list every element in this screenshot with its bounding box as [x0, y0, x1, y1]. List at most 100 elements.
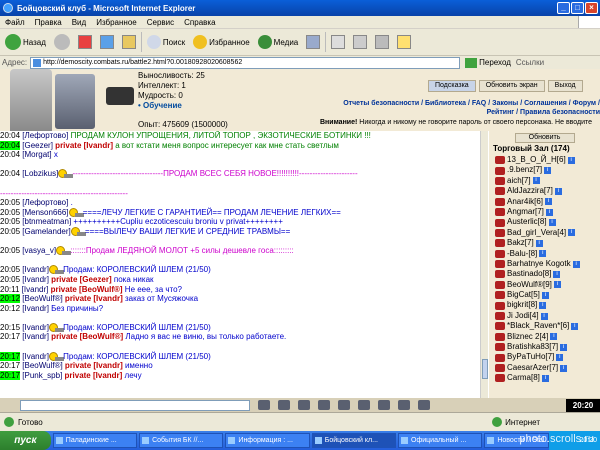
chat-time[interactable]: 20:17 [0, 332, 20, 341]
info-icon[interactable]: i [545, 198, 553, 206]
chat-time[interactable]: 20:05 [0, 227, 20, 236]
chat-time[interactable]: 20:12 [0, 294, 21, 304]
user-name[interactable]: *Black_Raven*[6] [507, 321, 569, 331]
user-list-item[interactable]: -Balu-[8] i [489, 249, 600, 259]
info-icon[interactable]: i [545, 208, 553, 216]
private-recipient[interactable]: [Ivandr] [93, 294, 122, 303]
forward-button[interactable] [51, 31, 73, 53]
chat-time[interactable]: 20:15 [0, 323, 20, 332]
private-recipient[interactable]: [Ivandr] [84, 141, 113, 150]
smiley-icon[interactable] [298, 400, 310, 410]
chat-time[interactable]: 20:05 [0, 246, 20, 255]
user-list-item[interactable]: 13_В_О_Й_Н[6] i [489, 155, 600, 165]
info-icon[interactable]: i [553, 281, 561, 289]
user-name[interactable]: Austerlic[8] [507, 217, 547, 227]
chat-log[interactable]: 20:04 [Лефортово] ПРОДАМ КУЛОН УПРОЩЕНИЯ… [0, 131, 480, 412]
user-name[interactable]: Bad_girl_Vera[4] [507, 228, 566, 238]
close-icon[interactable]: × [585, 2, 598, 14]
chat-nick[interactable]: [Gamelander] [22, 227, 70, 236]
chat-time[interactable]: 20:17 [0, 370, 21, 380]
chat-nick[interactable]: [Ivandr] [22, 304, 49, 313]
mail-button[interactable] [328, 31, 348, 53]
info-icon[interactable]: i [567, 156, 575, 164]
chat-nick[interactable]: [BeoWulf®] [22, 361, 62, 370]
userlist-refresh-button[interactable]: Обновить [514, 133, 575, 143]
user-name[interactable]: Angmar[7] [507, 207, 544, 217]
media-button[interactable]: Медиа [255, 31, 302, 53]
info-icon[interactable]: i [541, 374, 549, 382]
chat-nick[interactable]: [Ivandr] [22, 285, 49, 294]
chat-nick[interactable]: [Morgat] [22, 150, 51, 159]
chat-time[interactable]: 20:05 [0, 217, 20, 226]
private-recipient[interactable]: [Ivandr] [93, 361, 122, 370]
user-name[interactable]: Barhatnye Kogotk [507, 259, 571, 269]
menu-tools[interactable]: Сервис [142, 18, 179, 27]
minimize-icon[interactable]: _ [557, 2, 570, 14]
chat-time[interactable]: 20:17 [0, 361, 20, 370]
taskbar-item[interactable]: События БК //... [139, 433, 224, 448]
user-list-item[interactable]: Carma[8] i [489, 373, 600, 383]
chat-time[interactable]: 20:05 [0, 198, 20, 207]
chat-time[interactable]: 20:11 [0, 285, 19, 294]
info-links[interactable]: Отчеты безопасности / Библиотека / FAQ /… [325, 99, 600, 117]
user-list-item[interactable]: Bratishka83[7] i [489, 342, 600, 352]
private-recipient[interactable]: [Ivandr] [93, 371, 122, 380]
filter-icon[interactable] [318, 400, 330, 410]
info-icon[interactable]: i [568, 229, 576, 237]
scrollbar-thumb[interactable] [482, 359, 488, 379]
user-name[interactable]: .9.benz[7] [507, 165, 542, 175]
magic-icon[interactable] [378, 400, 390, 410]
user-name[interactable]: bigkrit[8] [507, 300, 537, 310]
chat-nick[interactable]: [btnmeatman] [22, 217, 71, 226]
user-list-item[interactable]: BigCat[5] i [489, 290, 600, 300]
taskbar-item[interactable]: Официальный ... [398, 433, 483, 448]
chat-nick[interactable]: [BeoWulf®] [22, 294, 62, 303]
menu-help[interactable]: Справка [179, 18, 220, 27]
private-recipient[interactable]: [Geezer] [80, 275, 112, 284]
user-name[interactable]: AldJazzira[7] [507, 186, 553, 196]
user-name[interactable]: aich[7] [507, 176, 531, 186]
print-button[interactable] [350, 31, 370, 53]
refresh-button[interactable] [97, 31, 117, 53]
chat-input[interactable] [20, 399, 250, 411]
user-list-item[interactable]: Ji Jodi[4] i [489, 311, 600, 321]
user-list-item[interactable]: Barhatnye Kogotk i [489, 259, 600, 269]
chat-nick[interactable]: [Лефортово] [22, 131, 68, 140]
start-button[interactable]: пуск [0, 431, 51, 450]
user-list-item[interactable]: Bastinado[8] i [489, 269, 600, 279]
training-link[interactable]: • Обучение [138, 101, 205, 111]
taskbar-item[interactable]: Паладинские ... [52, 433, 138, 448]
user-name[interactable]: ByPaTuHo[7] [507, 352, 554, 362]
history-button[interactable] [303, 31, 323, 53]
info-icon[interactable]: i [560, 364, 568, 372]
search-button[interactable]: Поиск [144, 31, 188, 53]
address-input[interactable]: http://demoscity.combats.ru/battle2.html… [30, 56, 461, 69]
user-name[interactable]: BigCat[5] [507, 290, 540, 300]
info-icon[interactable]: i [571, 322, 579, 330]
chat-nick[interactable]: [Ivandr] [22, 265, 49, 274]
menu-view[interactable]: Вид [67, 18, 91, 27]
fight-icon[interactable] [358, 400, 370, 410]
private-recipient[interactable]: [BeoWulf®] [79, 285, 123, 294]
user-list-item[interactable]: CaesarAzer[7] i [489, 363, 600, 373]
refresh-screen-button[interactable]: Обновить экран [478, 80, 545, 92]
chat-nick[interactable]: [Ivandr] [22, 352, 49, 361]
info-icon[interactable]: i [532, 177, 540, 185]
user-list-item[interactable]: Bliznec 2[4] i [489, 332, 600, 342]
chat-time[interactable]: 20:12 [0, 304, 20, 313]
window-titlebar[interactable]: Бойцовский клуб - Microsoft Internet Exp… [0, 0, 600, 16]
info-icon[interactable]: i [560, 343, 568, 351]
hint-button[interactable]: Подсказка [428, 80, 476, 92]
info-icon[interactable]: i [539, 250, 547, 258]
chat-nick[interactable]: [Ivandr] [22, 323, 49, 332]
exit-button[interactable]: Выход [547, 80, 583, 92]
private-recipient[interactable]: [BeoWulf®] [80, 332, 124, 341]
chat-nick[interactable]: [Lobzikus] [22, 169, 58, 178]
chat-nick[interactable]: [Menson666] [22, 208, 68, 217]
user-list-item[interactable]: .9.benz[7] i [489, 165, 600, 175]
info-icon[interactable]: i [572, 260, 580, 268]
user-list-item[interactable]: Anar4ik[6] i [489, 197, 600, 207]
user-name[interactable]: Bastinado[8] [507, 269, 551, 279]
chat-time[interactable]: 20:04 [0, 169, 20, 178]
info-icon[interactable]: i [544, 167, 552, 175]
